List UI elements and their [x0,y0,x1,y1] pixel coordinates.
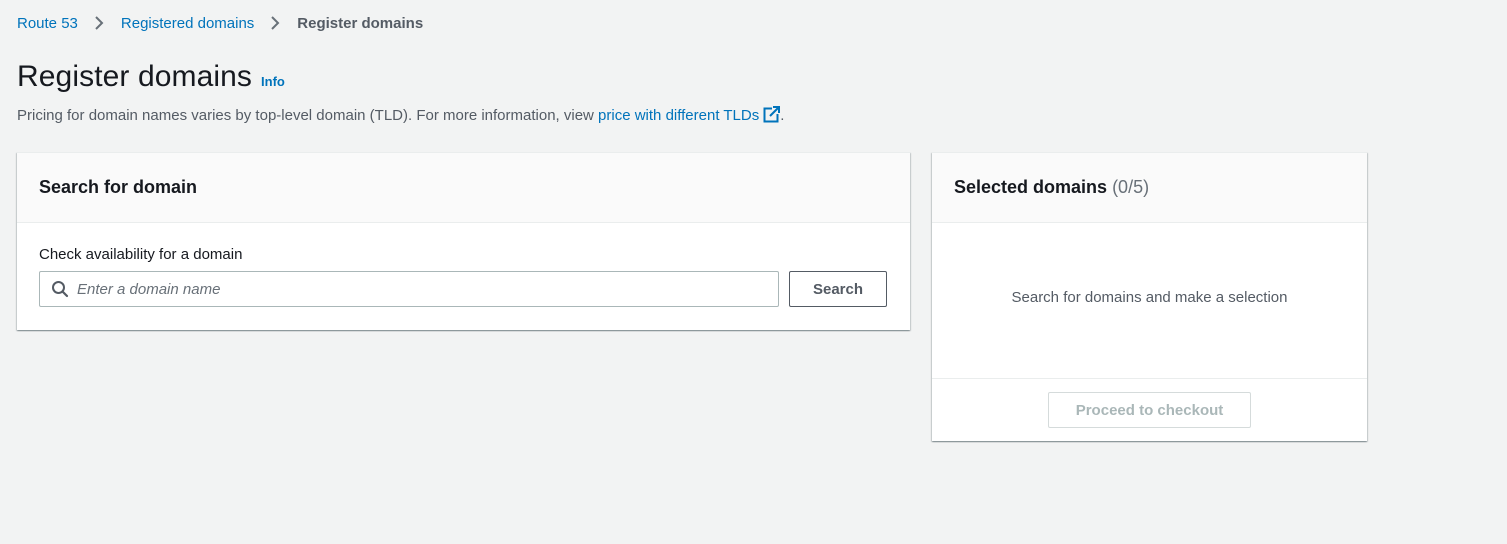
search-button[interactable]: Search [789,271,887,307]
search-panel-header: Search for domain [17,153,910,223]
search-icon [51,280,69,298]
chevron-right-icon [266,14,284,32]
selected-domains-panel: Selected domains (0/5) Search for domain… [932,152,1367,441]
breadcrumb-registered-domains[interactable]: Registered domains [121,15,254,32]
search-for-domain-panel: Search for domain Check availability for… [17,152,910,330]
description-text: Pricing for domain names varies by top-l… [17,107,599,124]
empty-selection-message: Search for domains and make a selection [1011,289,1288,306]
domain-search-input[interactable] [77,280,737,298]
selected-count: (0/5) [1112,177,1150,197]
info-link[interactable]: Info [261,74,285,89]
page-header: Register domains Info [17,60,285,94]
description-suffix: . [780,107,785,124]
domain-field-label: Check availability for a domain [39,246,243,263]
selected-panel-footer: Proceed to checkout [932,378,1367,441]
page-description: Pricing for domain names varies by top-l… [17,106,784,127]
page-title: Register domains [17,60,253,93]
breadcrumb-route53[interactable]: Route 53 [17,15,78,32]
breadcrumb-current: Register domains [297,14,424,32]
tld-pricing-link-label: price with different TLDs [598,107,760,124]
search-panel-title: Search for domain [39,177,198,197]
domain-search-field[interactable] [39,271,779,307]
proceed-to-checkout-button[interactable]: Proceed to checkout [1048,392,1251,428]
tld-pricing-link[interactable]: price with different TLDs [598,106,781,127]
chevron-right-icon [90,14,108,32]
selected-panel-header: Selected domains (0/5) [932,153,1367,223]
breadcrumb: Route 53 Registered domains Register dom… [17,13,423,33]
external-link-icon [763,106,781,127]
selected-panel-title: Selected domains [954,177,1108,197]
